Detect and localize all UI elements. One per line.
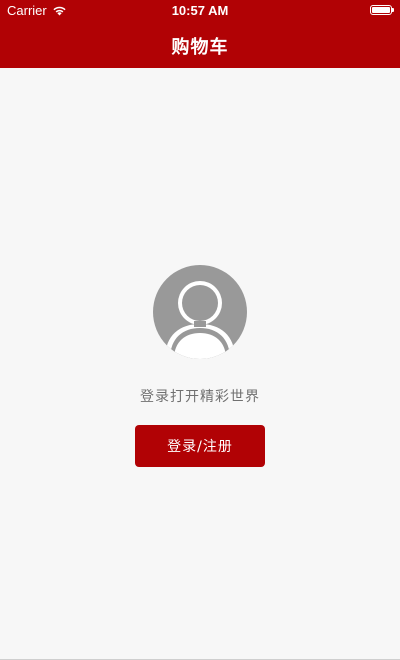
empty-cart-content: 登录打开精彩世界 登录/注册 [0,68,400,660]
login-hint-text: 登录打开精彩世界 [140,389,260,405]
status-time: 10:57 AM [171,3,229,18]
status-bar: Carrier 10:57 AM [0,0,400,22]
login-register-button[interactable]: 登录/注册 [135,425,265,467]
battery-fill [372,7,390,13]
cart-screen: Carrier 10:57 AM 购物车 登录打开精彩世界 登录/注册 [0,0,400,660]
battery-icon [370,5,394,15]
nav-header: Carrier 10:57 AM 购物车 [0,0,400,68]
page-title: 购物车 [171,37,229,58]
user-avatar-icon [153,265,247,359]
battery-tip [392,8,394,12]
